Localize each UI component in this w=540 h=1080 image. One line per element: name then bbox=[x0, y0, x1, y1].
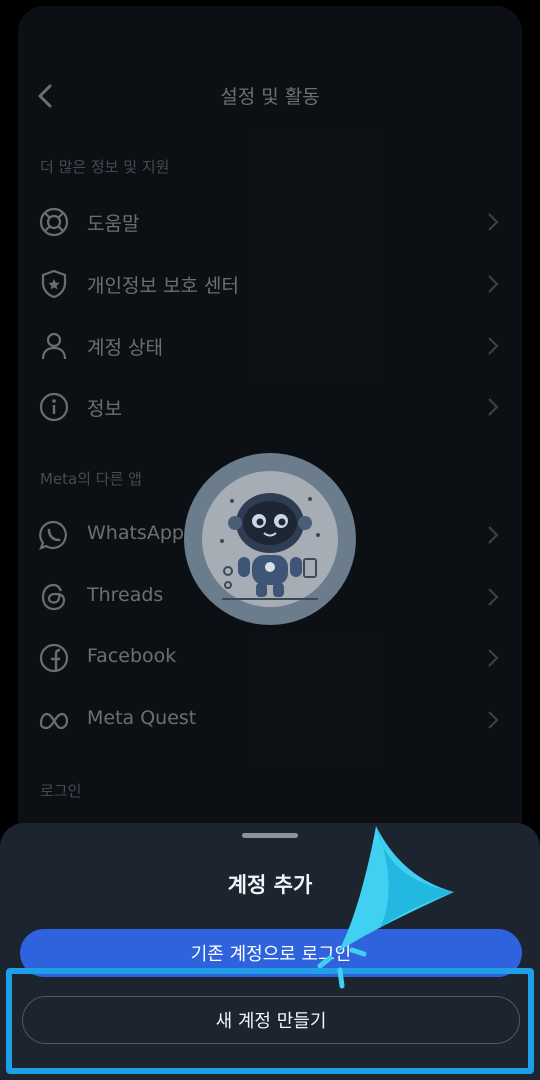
menu-item-about[interactable]: 정보 bbox=[18, 381, 522, 433]
menu-item-meta-quest[interactable]: Meta Quest bbox=[18, 694, 522, 746]
chevron-right-icon bbox=[488, 398, 499, 416]
chevron-right-icon bbox=[488, 526, 499, 544]
menu-item-help[interactable]: 도움말 bbox=[18, 196, 522, 248]
chevron-right-icon bbox=[488, 213, 499, 231]
robot-avatar bbox=[184, 453, 356, 625]
robot-illustration bbox=[202, 471, 338, 607]
sheet-drag-handle[interactable] bbox=[242, 833, 298, 838]
menu-item-label: Threads bbox=[87, 584, 164, 606]
section-label-meta-apps: Meta의 다른 앱 bbox=[40, 470, 142, 488]
create-new-account-button[interactable]: 새 계정 만들기 bbox=[22, 996, 520, 1044]
menu-item-label: WhatsApp bbox=[87, 522, 184, 544]
whatsapp-icon bbox=[39, 520, 67, 550]
menu-item-label: 개인정보 보호 센터 bbox=[87, 275, 239, 297]
sheet-title: 계정 추가 bbox=[227, 873, 313, 897]
chevron-right-icon bbox=[488, 275, 499, 293]
info-icon bbox=[39, 392, 69, 422]
page-title: 설정 및 활동 bbox=[220, 86, 320, 108]
chevron-right-icon bbox=[488, 649, 499, 667]
lifebuoy-icon bbox=[39, 207, 69, 237]
menu-item-privacy-center[interactable]: 개인정보 보호 센터 bbox=[18, 258, 522, 310]
meta-icon bbox=[39, 712, 69, 730]
menu-item-label: Facebook bbox=[87, 645, 177, 667]
chevron-right-icon bbox=[488, 337, 499, 355]
header: 설정 및 활동 bbox=[18, 66, 522, 126]
menu-item-label: Meta Quest bbox=[87, 707, 197, 729]
menu-item-label: 도움말 bbox=[87, 213, 140, 235]
chevron-right-icon bbox=[488, 588, 499, 606]
menu-item-account-status[interactable]: 계정 상태 bbox=[18, 320, 522, 372]
threads-icon bbox=[41, 583, 66, 611]
menu-item-facebook[interactable]: Facebook bbox=[18, 632, 522, 684]
menu-item-label: 정보 bbox=[87, 398, 122, 420]
facebook-icon bbox=[39, 643, 69, 673]
add-account-sheet: 계정 추가 기존 계정으로 로그인 새 계정 만들기 bbox=[0, 823, 540, 1080]
chevron-right-icon bbox=[488, 711, 499, 729]
section-label-support: 더 많은 정보 및 지원 bbox=[40, 158, 170, 176]
menu-item-label: 계정 상태 bbox=[87, 337, 163, 359]
login-existing-account-button[interactable]: 기존 계정으로 로그인 bbox=[20, 929, 522, 977]
shield-icon bbox=[41, 269, 67, 299]
section-label-login: 로그인 bbox=[40, 782, 82, 800]
person-icon bbox=[41, 332, 67, 360]
